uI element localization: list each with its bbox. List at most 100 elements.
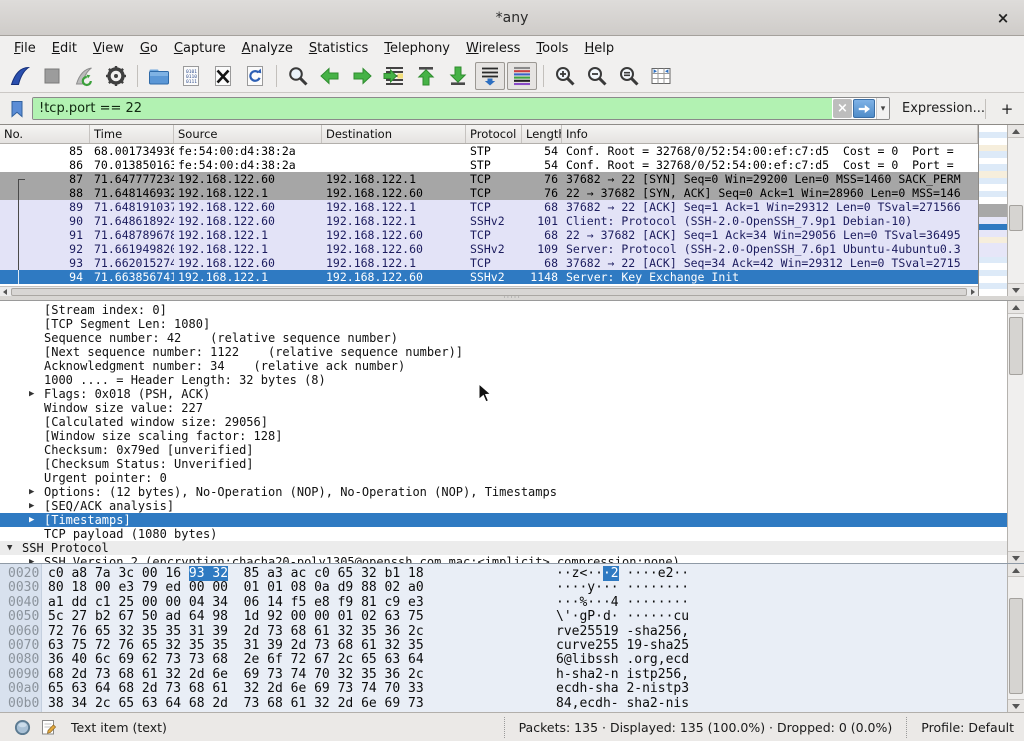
collapsed-arrow-icon[interactable]: ▶ bbox=[29, 513, 34, 527]
detail-line[interactable]: 1000 .... = Header Length: 32 bytes (8) bbox=[0, 373, 1024, 387]
column-header-destination[interactable]: Destination bbox=[322, 125, 466, 143]
hex-bytes[interactable]: c0 a8 7a 3c 00 16 93 32 85 a3 ac c0 65 3… bbox=[48, 567, 424, 581]
capture-options-icon[interactable] bbox=[101, 62, 131, 90]
collapsed-arrow-icon[interactable]: ▶ bbox=[29, 387, 34, 401]
reload-file-icon[interactable] bbox=[240, 62, 270, 90]
scroll-up-icon[interactable] bbox=[1008, 125, 1024, 138]
menu-go[interactable]: Go bbox=[132, 39, 166, 58]
menu-tools[interactable]: Tools bbox=[528, 39, 576, 58]
auto-scroll-icon[interactable] bbox=[475, 62, 505, 90]
hex-bytes[interactable]: 68 2d 73 68 61 32 2d 6e 69 73 74 70 32 3… bbox=[48, 668, 424, 682]
hex-bytes[interactable]: 72 76 65 32 35 35 31 39 2d 73 68 61 32 3… bbox=[48, 625, 424, 639]
start-capture-icon[interactable] bbox=[5, 62, 35, 90]
hex-row[interactable]: 007063 75 72 76 65 32 35 35 31 39 2d 73 … bbox=[0, 639, 1024, 653]
hex-row[interactable]: 00b038 34 2c 65 63 64 68 2d 73 68 61 32 … bbox=[0, 697, 1024, 711]
expanded-arrow-icon[interactable]: ▼ bbox=[7, 541, 12, 555]
detail-line[interactable]: Sequence number: 42 (relative sequence n… bbox=[0, 331, 1024, 345]
packet-row[interactable]: 8771.647777234192.168.122.60192.168.122.… bbox=[0, 172, 978, 186]
packet-row[interactable]: 9471.663856741192.168.122.1192.168.122.6… bbox=[0, 270, 978, 284]
scroll-down-icon[interactable] bbox=[1008, 699, 1024, 712]
capture-comment-icon[interactable] bbox=[41, 719, 57, 736]
detail-line[interactable]: TCP payload (1080 bytes) bbox=[0, 527, 1024, 541]
column-header-protocol[interactable]: Protocol bbox=[466, 125, 522, 143]
zoom-in-icon[interactable] bbox=[550, 62, 580, 90]
filter-add-button[interactable]: + bbox=[996, 100, 1018, 118]
hex-ascii[interactable]: ··z<···2 ····e2·· bbox=[556, 567, 689, 581]
column-header-time[interactable]: Time bbox=[90, 125, 174, 143]
hex-ascii[interactable]: 6@libssh .org,ecd bbox=[556, 653, 689, 667]
intelligent-scrollbar-minimap[interactable] bbox=[978, 125, 1007, 296]
go-to-packet-icon[interactable] bbox=[379, 62, 409, 90]
packet-row[interactable]: 9171.648789678192.168.122.1192.168.122.6… bbox=[0, 228, 978, 242]
filter-bookmark-icon[interactable] bbox=[6, 97, 28, 121]
go-back-icon[interactable] bbox=[315, 62, 345, 90]
detail-line[interactable]: ▶SSH Version 2 (encryption:chacha20-poly… bbox=[0, 555, 1024, 563]
detail-line[interactable]: ▶Options: (12 bytes), No-Operation (NOP)… bbox=[0, 485, 1024, 499]
packet-row[interactable]: 8971.648191037192.168.122.60192.168.122.… bbox=[0, 200, 978, 214]
display-filter-input[interactable] bbox=[33, 98, 832, 119]
hex-row[interactable]: 00a065 63 64 68 2d 73 68 61 32 2d 6e 69 … bbox=[0, 682, 1024, 696]
hex-ascii[interactable]: curve255 19-sha25 bbox=[556, 639, 689, 653]
hex-bytes[interactable]: 5c 27 b2 67 50 ad 64 98 1d 92 00 00 01 0… bbox=[48, 610, 424, 624]
packet-row[interactable]: 8871.648146932192.168.122.1192.168.122.6… bbox=[0, 186, 978, 200]
profile-status[interactable]: Profile: Default bbox=[906, 717, 1016, 738]
window-close-icon[interactable]: × bbox=[992, 7, 1014, 29]
hex-row[interactable]: 008036 40 6c 69 62 73 73 68 2e 6f 72 67 … bbox=[0, 653, 1024, 667]
menu-view[interactable]: View bbox=[85, 39, 132, 58]
hex-row[interactable]: 0040a1 dd c1 25 00 00 04 34 06 14 f5 e8 … bbox=[0, 596, 1024, 610]
detail-line[interactable]: ▶[SEQ/ACK analysis] bbox=[0, 499, 1024, 513]
detail-line[interactable]: [Calculated window size: 29056] bbox=[0, 415, 1024, 429]
hex-row[interactable]: 006072 76 65 32 35 35 31 39 2d 73 68 61 … bbox=[0, 625, 1024, 639]
column-header-source[interactable]: Source bbox=[174, 125, 322, 143]
scroll-down-icon[interactable] bbox=[1008, 283, 1024, 296]
hex-row[interactable]: 009068 2d 73 68 61 32 2d 6e 69 73 74 70 … bbox=[0, 668, 1024, 682]
menu-statistics[interactable]: Statistics bbox=[301, 39, 376, 58]
menu-help[interactable]: Help bbox=[576, 39, 622, 58]
scroll-down-icon[interactable] bbox=[1008, 551, 1024, 563]
packet-row[interactable]: 8568.001734936fe:54:00:d4:38:2aSTP54Conf… bbox=[0, 144, 978, 158]
column-header-info[interactable]: Info bbox=[562, 125, 978, 143]
collapsed-arrow-icon[interactable]: ▶ bbox=[29, 485, 34, 499]
scroll-thumb[interactable] bbox=[1009, 317, 1023, 375]
close-file-icon[interactable] bbox=[208, 62, 238, 90]
hex-bytes[interactable]: a1 dd c1 25 00 00 04 34 06 14 f5 e8 f9 8… bbox=[48, 596, 424, 610]
find-packet-icon[interactable] bbox=[283, 62, 313, 90]
zoom-reset-icon[interactable] bbox=[614, 62, 644, 90]
filter-clear-icon[interactable]: × bbox=[833, 99, 852, 118]
menu-telephony[interactable]: Telephony bbox=[376, 39, 458, 58]
open-file-icon[interactable] bbox=[144, 62, 174, 90]
hscroll-right-icon[interactable] bbox=[968, 287, 978, 296]
menu-capture[interactable]: Capture bbox=[166, 39, 234, 58]
go-forward-icon[interactable] bbox=[347, 62, 377, 90]
hex-ascii[interactable]: ···%···4 ········ bbox=[556, 596, 689, 610]
detail-line[interactable]: [TCP Segment Len: 1080] bbox=[0, 317, 1024, 331]
details-vscrollbar[interactable] bbox=[1007, 301, 1024, 563]
column-header-no[interactable]: No. bbox=[0, 125, 90, 143]
colorize-icon[interactable] bbox=[507, 62, 537, 90]
packet-row[interactable]: 9271.661949820192.168.122.1192.168.122.6… bbox=[0, 242, 978, 256]
detail-line[interactable]: ▶Flags: 0x018 (PSH, ACK) bbox=[0, 387, 1024, 401]
hex-bytes[interactable]: 63 75 72 76 65 32 35 35 31 39 2d 73 68 6… bbox=[48, 639, 424, 653]
column-header-length[interactable]: Length bbox=[522, 125, 562, 143]
zoom-out-icon[interactable] bbox=[582, 62, 612, 90]
hex-row[interactable]: 0020c0 a8 7a 3c 00 16 93 32 85 a3 ac c0 … bbox=[0, 567, 1024, 581]
hscroll-left-icon[interactable] bbox=[0, 287, 10, 296]
restart-capture-icon[interactable] bbox=[69, 62, 99, 90]
collapsed-arrow-icon[interactable]: ▶ bbox=[29, 499, 34, 513]
collapsed-arrow-icon[interactable]: ▶ bbox=[29, 555, 34, 563]
detail-line[interactable]: [Stream index: 0] bbox=[0, 303, 1024, 317]
detail-line[interactable]: [Checksum Status: Unverified] bbox=[0, 457, 1024, 471]
detail-line[interactable]: [Window size scaling factor: 128] bbox=[0, 429, 1024, 443]
scroll-up-icon[interactable] bbox=[1008, 301, 1024, 314]
hex-bytes[interactable]: 36 40 6c 69 62 73 73 68 2e 6f 72 67 2c 6… bbox=[48, 653, 424, 667]
hex-ascii[interactable]: \'·gP·d· ······cu bbox=[556, 610, 689, 624]
hex-bytes[interactable]: 65 63 64 68 2d 73 68 61 32 2d 6e 69 73 7… bbox=[48, 682, 424, 696]
hex-ascii[interactable]: 84,ecdh- sha2-nis bbox=[556, 697, 689, 711]
detail-line[interactable]: [Next sequence number: 1122 (relative se… bbox=[0, 345, 1024, 359]
filter-dropdown-icon[interactable]: ▾ bbox=[876, 98, 889, 119]
hex-row[interactable]: 003080 18 00 e3 79 ed 00 00 01 01 08 0a … bbox=[0, 581, 1024, 595]
scroll-thumb[interactable] bbox=[1009, 205, 1023, 231]
scroll-up-icon[interactable] bbox=[1008, 564, 1024, 577]
detail-line[interactable]: ▼SSH Protocol bbox=[0, 541, 1024, 555]
scroll-thumb[interactable] bbox=[1009, 598, 1023, 694]
